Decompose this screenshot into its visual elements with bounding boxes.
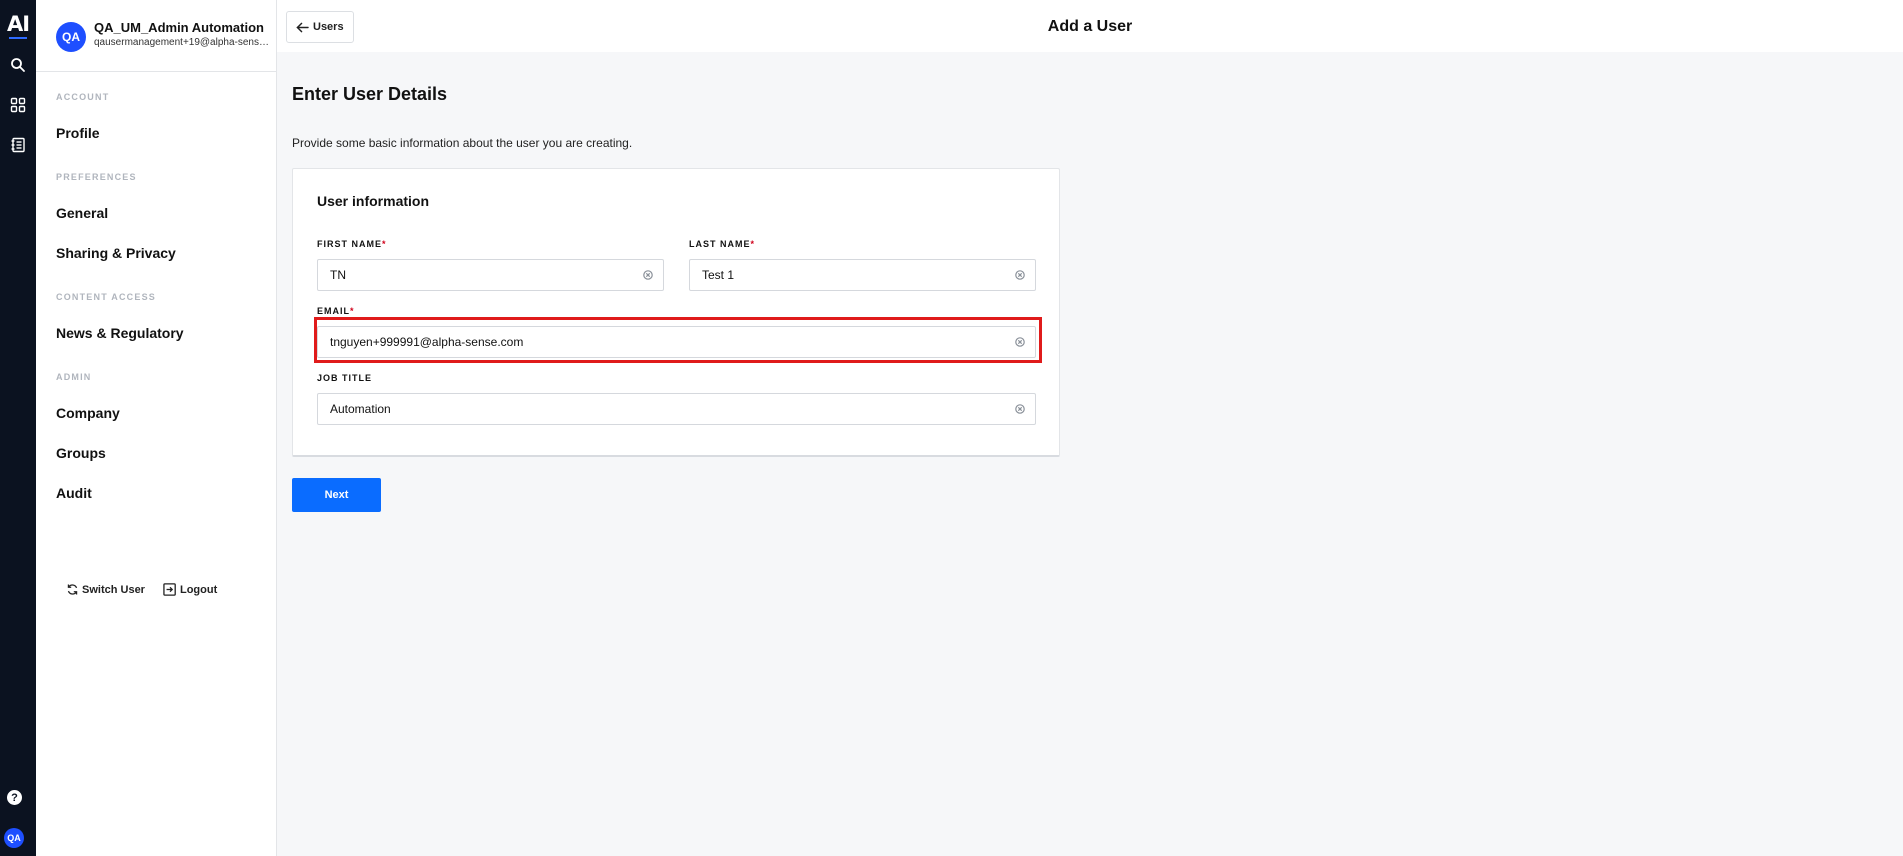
last-name-label-text: LAST NAME <box>689 239 751 249</box>
email-field[interactable] <box>317 326 1036 358</box>
sidebar-item-general[interactable]: General <box>56 205 108 221</box>
job-title-input[interactable] <box>330 394 1007 424</box>
switch-user-button[interactable]: Switch User <box>66 583 145 596</box>
sidebar-item-news-regulatory[interactable]: News & Regulatory <box>56 325 184 341</box>
logout-icon <box>163 583 176 596</box>
user-information-card: User information FIRST NAME* LAST NAME* … <box>292 168 1060 457</box>
section-label-admin: ADMIN <box>56 372 92 382</box>
icon-rail: AI ? QA <box>0 0 36 856</box>
top-bar: Users Add a User <box>277 0 1903 52</box>
first-name-label-text: FIRST NAME <box>317 239 382 249</box>
required-marker: * <box>750 239 756 249</box>
sidebar-item-sharing-privacy[interactable]: Sharing & Privacy <box>56 245 176 261</box>
rail-user-avatar[interactable]: QA <box>4 828 24 848</box>
last-name-label: LAST NAME* <box>689 239 755 249</box>
clear-email-icon[interactable] <box>1015 337 1025 347</box>
main-content: Users Add a User Enter User Details Prov… <box>277 0 1903 856</box>
section-description: Provide some basic information about the… <box>292 136 633 150</box>
clear-last-name-icon[interactable] <box>1015 270 1025 280</box>
notebook-icon[interactable] <box>6 133 30 157</box>
card-title: User information <box>317 193 430 209</box>
first-name-field[interactable] <box>317 259 664 291</box>
switch-user-icon <box>67 584 78 595</box>
avatar: QA <box>56 22 86 52</box>
email-input[interactable] <box>330 327 1007 357</box>
clear-job-title-icon[interactable] <box>1015 404 1025 414</box>
logout-label: Logout <box>179 583 218 596</box>
account-header: QA QA_UM_Admin Automation qausermanageme… <box>36 0 276 72</box>
account-email: qausermanagement+19@alpha-sense.com <box>94 37 272 48</box>
email-label-text: EMAIL <box>317 306 350 316</box>
email-label: EMAIL* <box>317 306 355 316</box>
app-root: AI ? QA QA QA_UM_Admin Automation qauser… <box>0 0 1903 856</box>
alphasense-logo[interactable]: AI <box>5 12 31 36</box>
job-title-field[interactable] <box>317 393 1036 425</box>
required-marker: * <box>350 306 355 316</box>
required-marker: * <box>382 239 387 249</box>
logo-underline <box>9 37 27 39</box>
sidebar-actions: Switch User Logout <box>66 583 217 596</box>
search-icon[interactable] <box>6 53 30 77</box>
logout-button[interactable]: Logout <box>163 583 217 596</box>
sidebar-item-profile[interactable]: Profile <box>56 125 100 141</box>
page-title: Add a User <box>1047 18 1133 35</box>
section-label-content-access: CONTENT ACCESS <box>56 292 156 302</box>
last-name-field[interactable] <box>689 259 1036 291</box>
section-label-account: ACCOUNT <box>56 92 110 102</box>
help-icon[interactable]: ? <box>7 790 22 805</box>
switch-user-label: Switch User <box>82 583 145 596</box>
sidebar-item-audit[interactable]: Audit <box>56 485 92 501</box>
job-title-label: JOB TITLE <box>317 373 373 383</box>
sidebar-item-company[interactable]: Company <box>56 405 120 421</box>
first-name-input[interactable] <box>330 260 635 290</box>
settings-sidebar: QA QA_UM_Admin Automation qausermanageme… <box>36 0 277 856</box>
last-name-input[interactable] <box>702 260 1007 290</box>
section-label-preferences: PREFERENCES <box>56 172 137 182</box>
next-button[interactable]: Next <box>292 478 381 512</box>
apps-grid-icon[interactable] <box>6 93 30 117</box>
sidebar-item-groups[interactable]: Groups <box>56 445 106 461</box>
first-name-label: FIRST NAME* <box>317 239 387 249</box>
clear-first-name-icon[interactable] <box>643 270 653 280</box>
section-heading: Enter User Details <box>292 84 448 104</box>
account-name: QA_UM_Admin Automation <box>94 20 264 35</box>
